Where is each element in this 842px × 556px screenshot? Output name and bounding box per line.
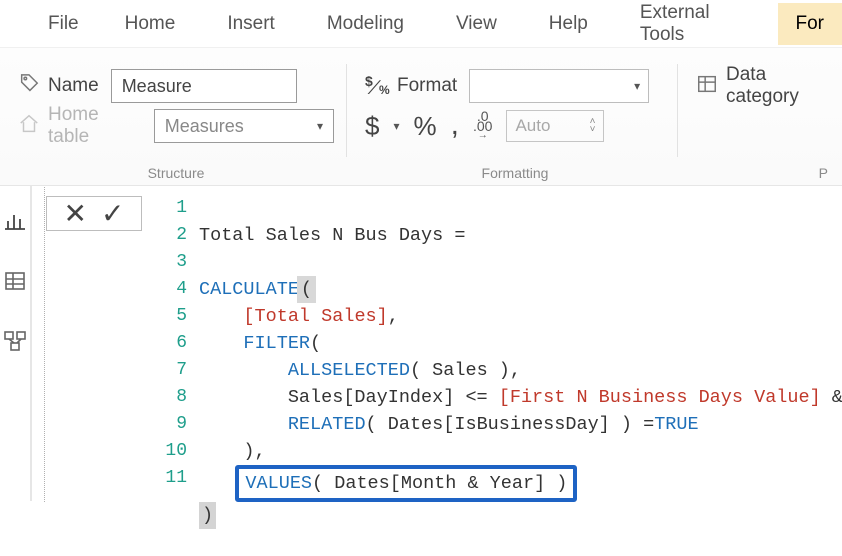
chevron-down-icon[interactable]: ▾: [393, 119, 399, 133]
model-view-button[interactable]: [0, 328, 30, 354]
cursor-icon: ): [199, 502, 216, 529]
home-table-icon: [18, 113, 40, 140]
code-line: ALLSELECTED( Sales ),: [199, 360, 521, 381]
menu-modeling[interactable]: Modeling: [301, 13, 430, 35]
format-label: Format: [397, 75, 457, 97]
home-table-select[interactable]: Measures ▾: [154, 109, 334, 143]
chevron-down-icon: ▾: [317, 119, 323, 133]
decimals-value: Auto: [515, 116, 550, 136]
name-input-value: Measure: [122, 76, 192, 97]
menu-file[interactable]: File: [28, 13, 99, 35]
tag-icon: [18, 73, 40, 100]
name-input[interactable]: Measure: [111, 69, 297, 103]
line-gutter: 1 2 3 4 5 6 7 8 9 10 11: [153, 187, 187, 492]
view-sidebar: [0, 186, 32, 501]
ribbon-group-formatting: $⁄% Format ▾ $ ▾ % , .0.00→ Auto: [347, 48, 677, 185]
decimals-spinner[interactable]: Auto ˄˅: [506, 110, 604, 142]
data-category-label: Data category: [726, 64, 818, 108]
data-view-button[interactable]: [0, 268, 30, 294]
code-line: Total Sales N Bus Days =: [199, 225, 465, 246]
home-table-label: Home table: [48, 104, 142, 148]
code-line: ),: [199, 441, 266, 462]
currency-button[interactable]: $: [365, 111, 379, 142]
code-line: RELATED( Dates[IsBusinessDay] ) =TRUE: [199, 414, 699, 435]
code-area[interactable]: 1 2 3 4 5 6 7 8 9 10 11 Total Sales N Bu…: [44, 187, 842, 502]
menu-external-tools[interactable]: External Tools: [614, 2, 772, 46]
ribbon-group-properties: Data category P: [678, 48, 842, 185]
menu-format[interactable]: For: [778, 3, 842, 45]
spinner-arrows-icon: ˄˅: [590, 118, 596, 134]
group-label-formatting: Formatting: [365, 165, 665, 185]
ribbon-group-structure: Name Measure Home table Measures ▾ Struc…: [0, 48, 346, 185]
report-view-button[interactable]: [0, 208, 30, 234]
menu-help[interactable]: Help: [523, 13, 614, 35]
formula-editor: ✕ ✓ 1 2 3 4 5 6 7 8 9 10 11 Total Sales …: [32, 186, 842, 501]
highlight-box: VALUES( Dates[Month & Year] ): [235, 465, 577, 502]
chevron-down-icon: ▾: [634, 79, 640, 93]
menu-home[interactable]: Home: [99, 13, 202, 35]
format-select[interactable]: ▾: [469, 69, 649, 103]
group-label-properties: P: [696, 165, 830, 185]
code-line: [Total Sales],: [199, 306, 399, 327]
main-area: ✕ ✓ 1 2 3 4 5 6 7 8 9 10 11 Total Sales …: [0, 186, 842, 501]
decimals-icon[interactable]: .0.00→: [473, 111, 492, 141]
code-line: ): [199, 505, 216, 526]
format-icon: $⁄%: [365, 75, 389, 97]
menu-insert[interactable]: Insert: [201, 13, 301, 35]
ribbon: Name Measure Home table Measures ▾ Struc…: [0, 48, 842, 186]
code-line: Sales[DayIndex] <= [First N Business Day…: [199, 387, 842, 408]
code-line: VALUES( Dates[Month & Year] ): [199, 473, 577, 494]
code-line: CALCULATE(: [199, 279, 314, 300]
group-label-structure: Structure: [18, 165, 334, 185]
thousands-button[interactable]: ,: [451, 108, 459, 142]
menu-view[interactable]: View: [430, 13, 523, 35]
code-text[interactable]: Total Sales N Bus Days = CALCULATE( [Tot…: [199, 187, 842, 502]
name-label: Name: [48, 75, 99, 97]
code-line: FILTER(: [199, 333, 321, 354]
percent-button[interactable]: %: [414, 111, 437, 142]
home-table-value: Measures: [165, 116, 244, 137]
menu-bar: File Home Insert Modeling View Help Exte…: [0, 0, 842, 48]
data-category-icon: [696, 73, 718, 100]
